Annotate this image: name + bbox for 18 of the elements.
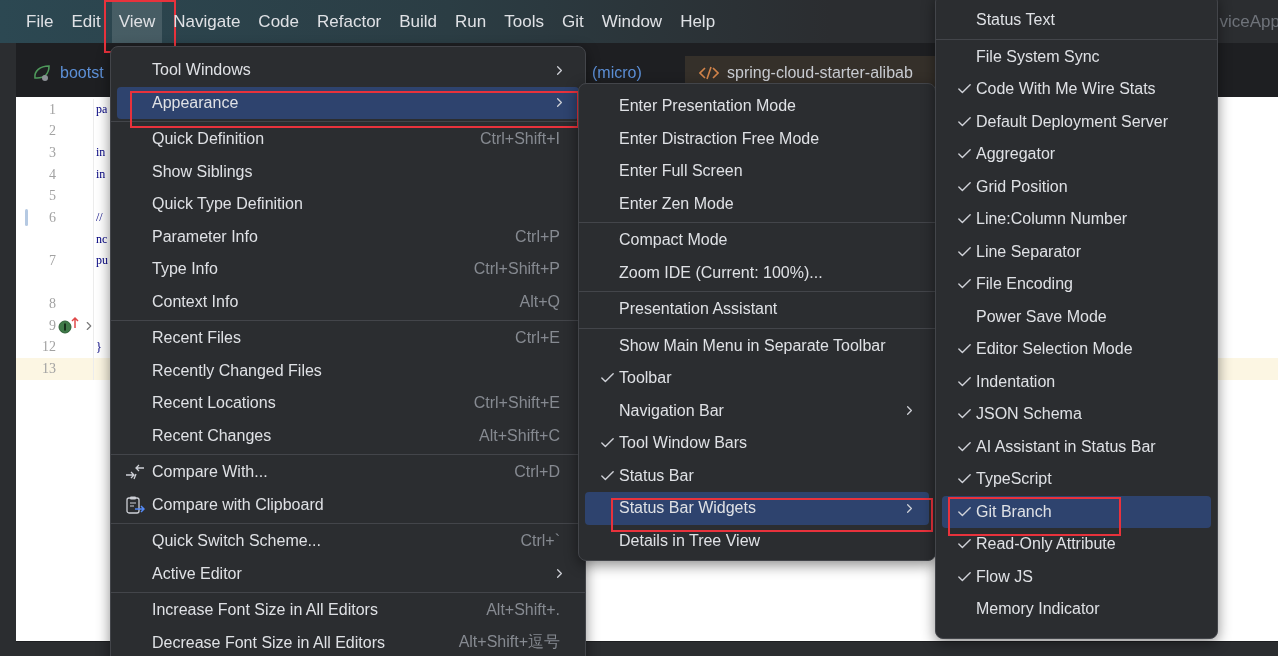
- line-number: 13: [41, 360, 56, 377]
- code-text: //: [95, 210, 103, 226]
- line-number: 7: [48, 252, 56, 269]
- code-text: in: [95, 145, 106, 161]
- line-number: 12: [41, 339, 56, 356]
- code-text: nc: [95, 231, 108, 247]
- line-number: 6: [48, 209, 56, 226]
- line-number: 2: [48, 123, 56, 140]
- line-number: 8: [48, 296, 56, 313]
- code-text: in: [95, 167, 106, 183]
- code-text: pa: [95, 102, 108, 118]
- line-number: 4: [48, 166, 56, 183]
- line-number: 3: [48, 145, 56, 161]
- line-number: 5: [48, 188, 56, 205]
- line-number: 1: [48, 101, 56, 118]
- code-text: }: [95, 339, 102, 355]
- line-number: 9: [48, 317, 56, 334]
- code-text: pu: [95, 253, 108, 269]
